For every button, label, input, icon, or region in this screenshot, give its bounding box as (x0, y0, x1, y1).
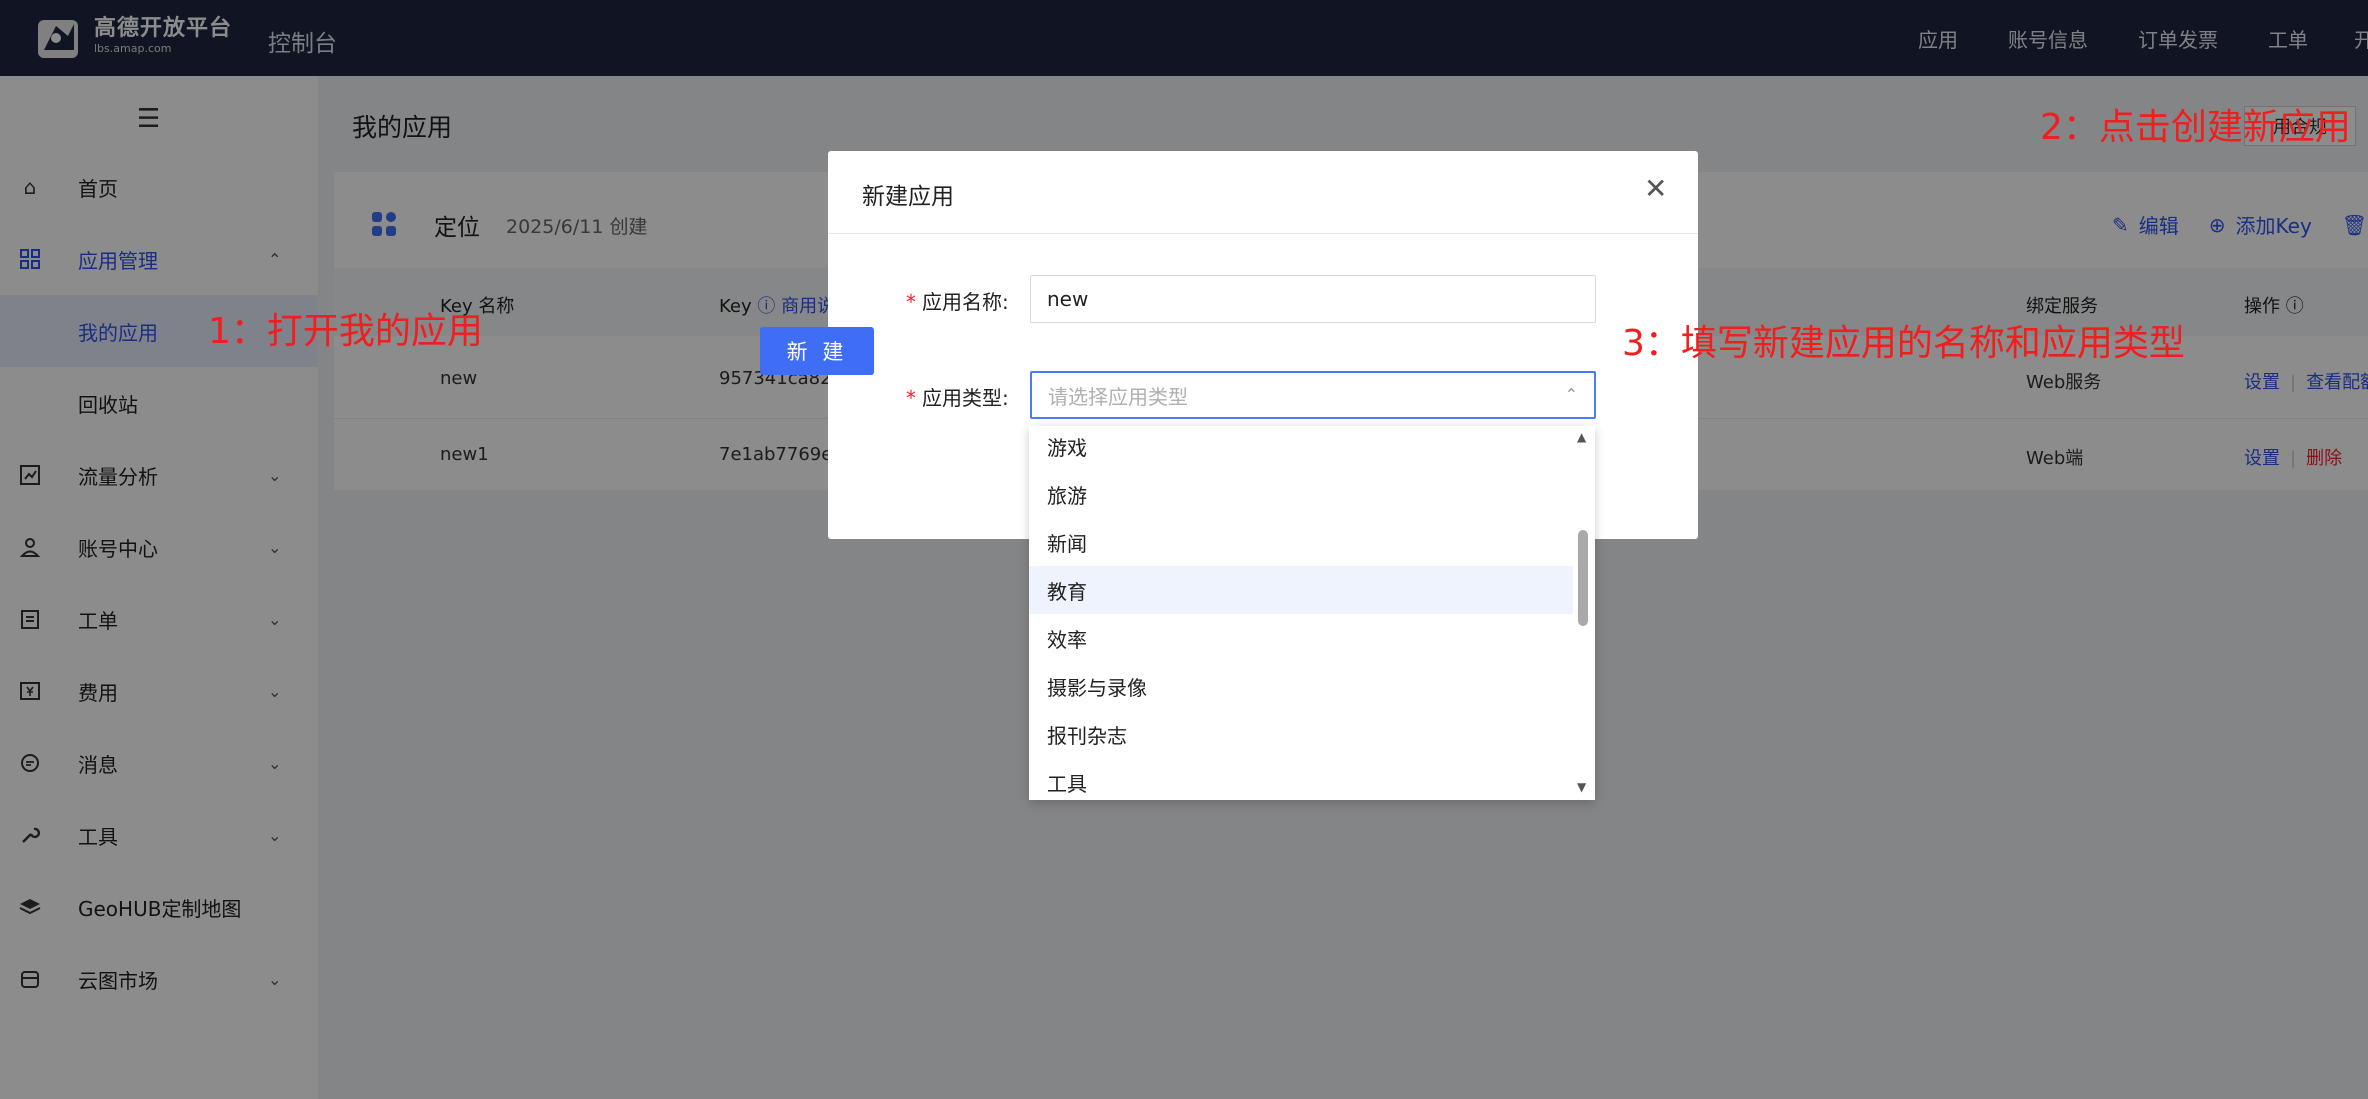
option-education[interactable]: 教育 (1029, 566, 1573, 614)
annotation-step3: 3：填写新建应用的名称和应用类型 (1622, 323, 2185, 364)
option-photo-video[interactable]: 摄影与录像 (1029, 662, 1573, 710)
scroll-down-arrow-icon[interactable]: ▼ (1577, 780, 1586, 794)
option-efficiency[interactable]: 效率 (1029, 614, 1573, 662)
app-type-select[interactable]: 请选择应用类型 ⌃ (1030, 371, 1596, 419)
option-tools[interactable]: 工具 (1029, 758, 1573, 800)
dialog-divider (828, 233, 1698, 234)
app-name-label: * 应用名称: (906, 290, 1009, 314)
option-magazines[interactable]: 报刊杂志 (1029, 710, 1573, 758)
app-name-input[interactable]: new (1030, 275, 1596, 323)
option-travel[interactable]: 旅游 (1029, 470, 1573, 518)
annotation-step1: 1：打开我的应用 (208, 311, 483, 352)
chevron-up-icon: ⌃ (1564, 385, 1578, 404)
option-news[interactable]: 新闻 (1029, 518, 1573, 566)
app-name-value: new (1047, 287, 1089, 311)
app-type-placeholder: 请选择应用类型 (1048, 384, 1188, 409)
app-type-dropdown: 游戏 旅游 新闻 教育 效率 摄影与录像 报刊杂志 工具 ▲ ▼ (1029, 426, 1595, 800)
app-type-label: * 应用类型: (906, 386, 1009, 410)
dialog-title: 新建应用 (862, 184, 954, 210)
annotation-step2: 2：点击创建新应用 (2040, 107, 2351, 148)
create-button[interactable]: 新 建 (760, 327, 874, 375)
option-games[interactable]: 游戏 (1029, 426, 1573, 470)
scroll-up-arrow-icon[interactable]: ▲ (1577, 430, 1586, 444)
dropdown-scrollbar-thumb[interactable] (1578, 530, 1588, 626)
close-icon[interactable]: ✕ (1644, 175, 1667, 203)
